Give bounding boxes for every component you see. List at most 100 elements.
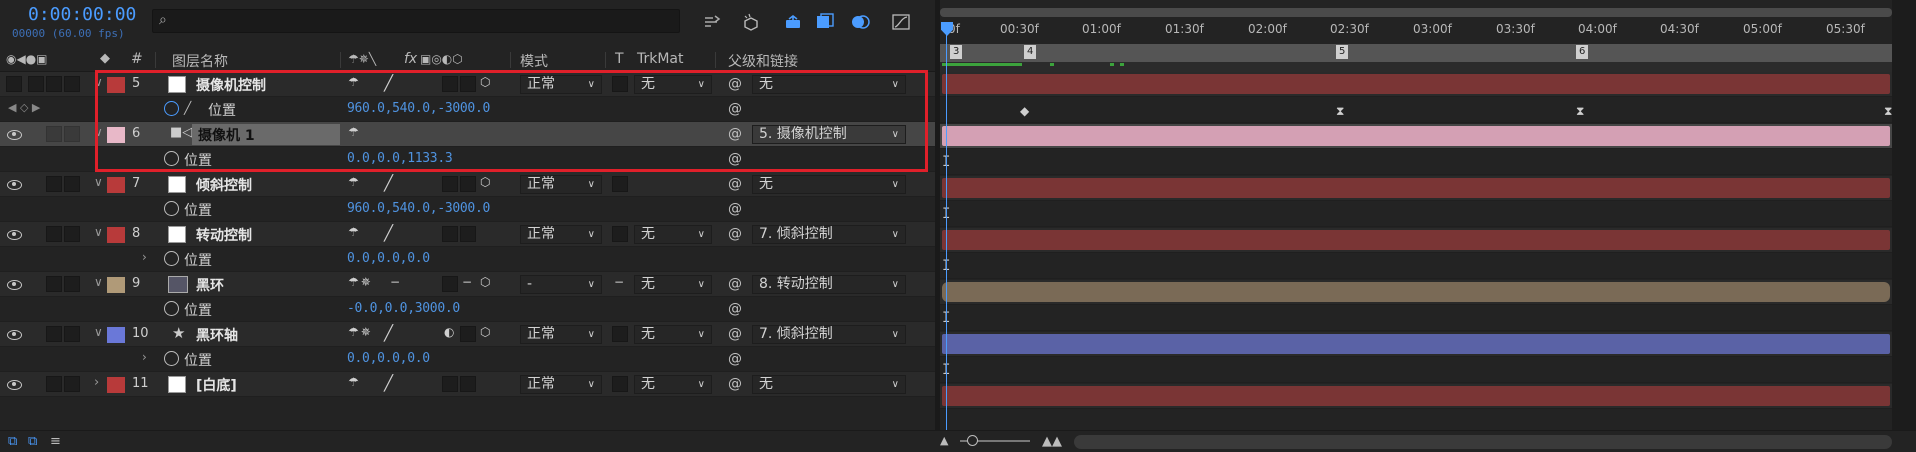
lock-switch[interactable] (64, 76, 80, 92)
3d-layer-switch-icon[interactable]: ⬡ (480, 275, 492, 289)
property-value[interactable]: 0.0,0.0,0.0 (347, 351, 430, 366)
pick-whip-icon[interactable]: @ (728, 176, 742, 192)
parent-select[interactable]: 7. 倾斜控制 ∨ (752, 325, 906, 344)
expand-chevron-icon[interactable]: ∨ (94, 225, 103, 239)
property-row-position-10[interactable]: › 位置 0.0,0.0,0.0 @ (0, 347, 935, 372)
composition-flowchart-icon[interactable] (700, 10, 726, 34)
property-value[interactable]: -0.0,0.0,3000.0 (347, 301, 460, 316)
pick-whip-icon[interactable]: @ (728, 201, 742, 217)
parent-select[interactable]: 8. 转动控制 ∨ (752, 275, 906, 294)
comp-marker[interactable]: 6 (1576, 45, 1589, 59)
blend-mode-select[interactable]: 正常 ∨ (520, 175, 602, 194)
solo-switch[interactable] (46, 226, 62, 242)
time-navigator-bar[interactable] (940, 8, 1892, 17)
video-switch[interactable] (6, 76, 22, 92)
preserve-transparency-switch[interactable] (612, 76, 628, 92)
trkmat-select[interactable]: 无 ∨ (634, 225, 712, 244)
preserve-transparency-switch[interactable] (612, 326, 628, 342)
eye-icon[interactable] (6, 326, 22, 342)
property-row-position-5[interactable]: ◀ ◇ ▶ ╱ 位置 960.0,540.0,-3000.0 @ (0, 97, 935, 122)
label-color-swatch[interactable] (107, 127, 125, 143)
pick-whip-icon[interactable]: @ (728, 151, 742, 167)
eye-icon[interactable] (6, 376, 22, 392)
preserve-transparency-switch[interactable] (612, 176, 628, 192)
preserve-transparency-icon[interactable]: − (614, 275, 626, 289)
label-color-swatch[interactable] (107, 77, 125, 93)
property-value[interactable]: 0.0,0.0,1133.3 (347, 151, 453, 166)
shy-switch-icon[interactable]: ☂✵ (348, 325, 373, 339)
expand-chevron-icon[interactable]: ∨ (94, 75, 103, 89)
zoom-in-icon[interactable]: ▲▲ (1042, 434, 1062, 449)
pick-whip-icon[interactable]: @ (728, 326, 742, 342)
layer-name[interactable]: 摄像机控制 (196, 75, 266, 95)
comp-marker[interactable]: 4 (1024, 45, 1037, 59)
zoom-out-icon[interactable]: ▲ (940, 434, 948, 447)
quality-switch-icon[interactable]: ╱ (384, 174, 395, 192)
stopwatch-icon[interactable] (164, 351, 179, 366)
shy-switch-icon[interactable]: ☂ (348, 375, 361, 389)
blend-mode-select[interactable]: 正常 ∨ (520, 225, 602, 244)
graph-icon[interactable]: ╱ (184, 101, 191, 115)
adjustment-switch[interactable] (460, 376, 476, 392)
quality-switch-icon[interactable]: ╱ (384, 224, 395, 242)
comp-marker[interactable]: 3 (950, 45, 963, 59)
motion-blur-switch[interactable] (442, 376, 458, 392)
layer-row-8[interactable]: ∨ 8 转动控制 ☂ ╱ 正常 ∨ 无 ∨ @ 7. 倾斜控制 ∨ (0, 222, 935, 247)
stopwatch-icon[interactable] (164, 251, 179, 266)
expand-chevron-right-icon[interactable]: › (142, 350, 147, 364)
adjustment-switch[interactable] (460, 176, 476, 192)
eye-icon[interactable] (6, 126, 22, 142)
expand-chevron-icon[interactable]: ∨ (94, 275, 103, 289)
transfer-controls-toggle-icon[interactable]: ⧉ (28, 434, 37, 449)
layer-search-input[interactable]: ⌕ (152, 9, 680, 33)
stopwatch-icon[interactable] (164, 101, 179, 116)
lock-switch[interactable] (64, 376, 80, 392)
shy-switch-icon[interactable]: ☂ (348, 175, 361, 189)
stopwatch-icon[interactable] (164, 201, 179, 216)
keyframe-nav-icon[interactable]: ◀ ◇ ▶ (8, 101, 40, 114)
layer-name[interactable]: [白底] (196, 375, 237, 395)
layer-row-11[interactable]: › 11 [白底] ☂ ╱ 正常 ∨ 无 ∨ @ 无 ∨ (0, 372, 935, 397)
layer-duration-bar[interactable] (942, 74, 1890, 94)
solo-switch[interactable] (46, 76, 62, 92)
audio-switch[interactable] (28, 76, 44, 92)
layer-row-9[interactable]: ∨ 9 黑环 ☂✵ − − ⬡ - ∨ − 无 ∨ @ 8. 转动控制 ∨ (0, 272, 935, 297)
pick-whip-icon[interactable]: @ (728, 226, 742, 242)
label-color-swatch[interactable] (107, 227, 125, 243)
time-ruler[interactable]: 0f 00:30f 01:00f 01:30f 02:00f 02:30f 03… (940, 18, 1892, 44)
layer-duration-bar[interactable] (942, 386, 1890, 406)
layer-name[interactable]: 黑环 (196, 275, 224, 295)
parent-select[interactable]: 5. 摄像机控制 ∨ (752, 125, 906, 144)
preserve-transparency-switch[interactable] (612, 376, 628, 392)
parent-select[interactable]: 7. 倾斜控制 ∨ (752, 225, 906, 244)
comp-marker[interactable]: 5 (1336, 45, 1349, 59)
motion-blur-switch[interactable] (442, 276, 458, 292)
shy-switch-icon[interactable]: ☂ (348, 225, 361, 239)
pick-whip-icon[interactable]: @ (728, 276, 742, 292)
frame-blending-icon[interactable] (812, 10, 838, 34)
layer-row-10[interactable]: ∨ 10 ★ 黑环轴 ☂✵ ╱ ◐ ⬡ 正常 ∨ 无 ∨ @ 7. 倾斜控制 ∨ (0, 322, 935, 347)
adjustment-switch[interactable] (460, 226, 476, 242)
layer-row-6[interactable]: ∨ 6 ■◁ 摄像机 1 ☂ @ 5. 摄像机控制 ∨ (0, 122, 935, 147)
property-value[interactable]: 960.0,540.0,-3000.0 (347, 201, 490, 216)
in-out-toggle-icon[interactable]: ≡ (50, 434, 61, 449)
quality-switch-icon[interactable]: ╱ (384, 374, 395, 392)
pick-whip-icon[interactable]: @ (728, 351, 742, 367)
layer-duration-bar[interactable] (942, 334, 1890, 354)
label-color-swatch[interactable] (107, 377, 125, 393)
property-row-position-9[interactable]: 位置 -0.0,0.0,3000.0 @ (0, 297, 935, 322)
3d-layer-switch-icon[interactable]: ⬡ (480, 325, 492, 339)
layer-name[interactable]: 黑环轴 (196, 325, 238, 345)
3d-layer-switch-icon[interactable]: ⬡ (480, 75, 492, 89)
current-time-display[interactable]: 0:00:00:00 (28, 4, 136, 25)
eye-icon[interactable] (6, 176, 22, 192)
layer-name[interactable]: 转动控制 (196, 225, 252, 245)
shy-switch-icon[interactable]: ☂✵ (348, 275, 373, 289)
adjustment-switch[interactable] (460, 76, 476, 92)
solo-switch[interactable] (46, 326, 62, 342)
motion-blur-switch[interactable] (442, 226, 458, 242)
column-layer-name[interactable]: 图层名称 (172, 51, 228, 71)
trkmat-select[interactable]: 无 ∨ (634, 325, 712, 344)
lock-switch[interactable] (64, 276, 80, 292)
preserve-transparency-switch[interactable] (612, 226, 628, 242)
